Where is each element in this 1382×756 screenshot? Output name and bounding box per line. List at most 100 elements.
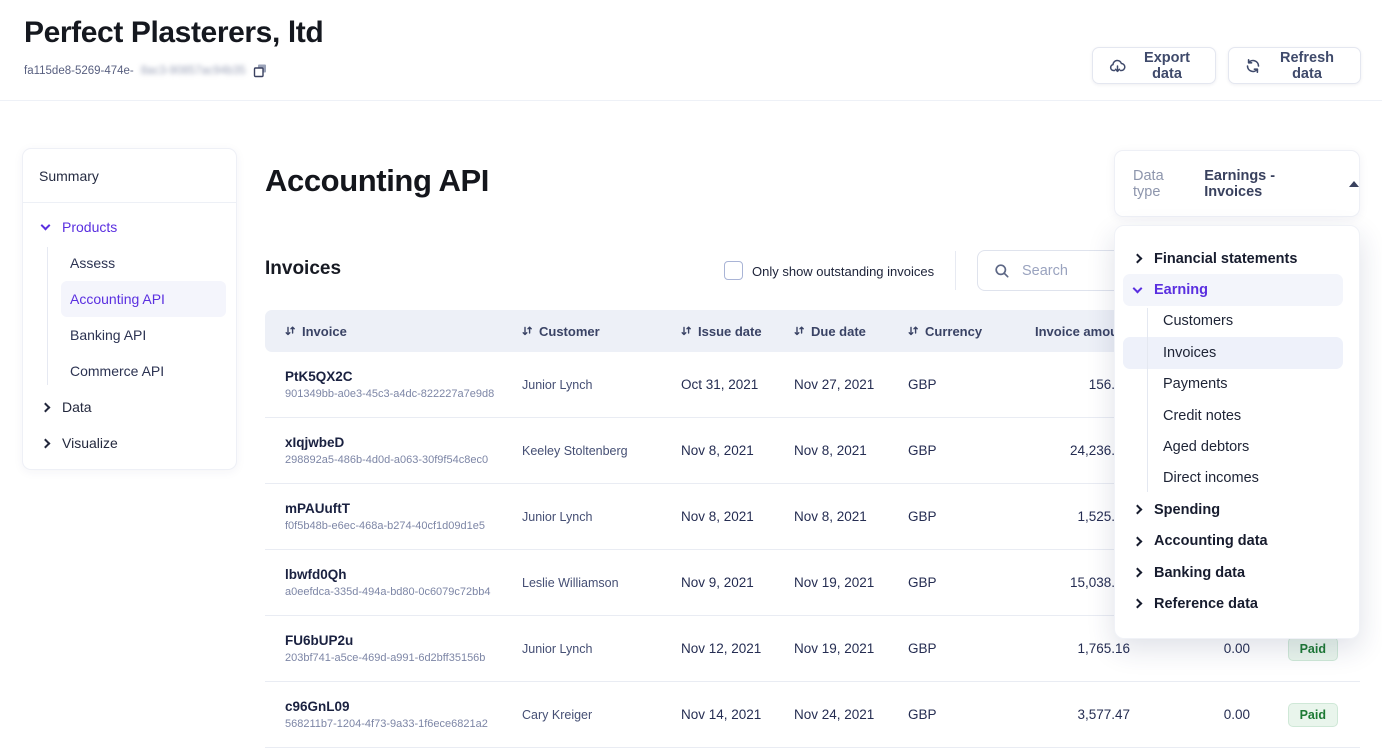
customer-name: Leslie Williamson — [522, 576, 681, 590]
issue-date: Nov 14, 2021 — [681, 707, 794, 722]
customer-name: Junior Lynch — [522, 510, 681, 524]
chevron-right-icon — [41, 402, 51, 412]
due-date: Nov 19, 2021 — [794, 575, 908, 590]
customer-name: Keeley Stoltenberg — [522, 444, 681, 458]
sidebar-list: Products Assess Accounting API Banking A… — [23, 203, 236, 461]
column-header-customer[interactable]: Customer — [522, 324, 681, 339]
menu-indent-rule — [1147, 308, 1148, 492]
currency: GBP — [908, 707, 1028, 722]
column-header-due-date[interactable]: Due date — [794, 324, 908, 339]
customer-name: Junior Lynch — [522, 378, 681, 392]
menu-item-accounting-data[interactable]: Accounting data — [1115, 526, 1359, 557]
sidebar-item-products[interactable]: Products — [23, 209, 236, 245]
chevron-right-icon — [1133, 536, 1143, 546]
currency: GBP — [908, 575, 1028, 590]
menu-item-banking-data[interactable]: Banking data — [1115, 557, 1359, 588]
menu-item-spending[interactable]: Spending — [1115, 494, 1359, 525]
amount-due: 0.00 — [1130, 641, 1250, 656]
menu-item-invoices[interactable]: Invoices — [1123, 337, 1343, 368]
invoice-id: c96GnL09 — [285, 699, 522, 714]
sort-icon — [908, 325, 918, 337]
sort-icon — [285, 325, 295, 337]
chevron-right-icon — [1133, 505, 1143, 515]
sidebar-indent-rule — [47, 247, 48, 385]
invoice-uuid: 203bf741-a5ce-469d-a991-6d2bff35156b — [285, 652, 522, 664]
currency: GBP — [908, 443, 1028, 458]
caret-up-icon — [1349, 181, 1359, 187]
customer-name: Junior Lynch — [522, 642, 681, 656]
page-company-title: Perfect Plasterers, ltd — [24, 16, 323, 50]
invoice-id: PtK5QX2C — [285, 369, 522, 384]
due-date: Nov 8, 2021 — [794, 509, 908, 524]
sidebar-item-accounting-api[interactable]: Accounting API — [61, 281, 226, 317]
sidebar-item-commerce-api[interactable]: Commerce API — [61, 353, 226, 389]
due-date: Nov 8, 2021 — [794, 443, 908, 458]
sort-icon — [794, 325, 804, 337]
column-header-invoice[interactable]: Invoice — [265, 324, 522, 339]
issue-date: Oct 31, 2021 — [681, 377, 794, 392]
search-icon — [994, 263, 1010, 279]
menu-item-aged-debtors[interactable]: Aged debtors — [1115, 431, 1359, 462]
menu-item-payments[interactable]: Payments — [1115, 369, 1359, 400]
due-date: Nov 24, 2021 — [794, 707, 908, 722]
sidebar-item-summary[interactable]: Summary — [23, 149, 236, 203]
column-header-currency[interactable]: Currency — [908, 324, 1028, 339]
status-badge: Paid — [1288, 703, 1338, 727]
invoice-id: xIqjwbeD — [285, 435, 522, 450]
issue-date: Nov 8, 2021 — [681, 443, 794, 458]
sidebar-item-assess[interactable]: Assess — [61, 245, 226, 281]
menu-item-reference-data[interactable]: Reference data — [1115, 588, 1359, 619]
company-id-redacted: 8ac3-90857ac94b35 — [141, 65, 246, 77]
cloud-download-icon — [1109, 58, 1126, 74]
sidebar-item-data[interactable]: Data — [23, 389, 236, 425]
sidebar-item-banking-api[interactable]: Banking API — [61, 317, 226, 353]
menu-item-credit-notes[interactable]: Credit notes — [1115, 400, 1359, 431]
invoice-uuid: 568211b7-1204-4f73-9a33-1f6ece6821a2 — [285, 718, 522, 730]
due-date: Nov 27, 2021 — [794, 377, 908, 392]
invoices-section-title: Invoices — [265, 258, 341, 280]
invoice-uuid: a0eefdca-335d-494a-bd80-0c6079c72bb4 — [285, 586, 522, 598]
invoice-amount: 3,577.47 — [1028, 707, 1130, 722]
invoice-id: FU6bUP2u — [285, 633, 522, 648]
chevron-right-icon — [1133, 254, 1143, 264]
currency: GBP — [908, 641, 1028, 656]
toolbar-divider — [955, 251, 956, 290]
page-title: Accounting API — [265, 163, 489, 199]
column-header-issue-date[interactable]: Issue date — [681, 324, 794, 339]
amount-due: 0.00 — [1130, 707, 1250, 722]
invoice-id: mPAUuftT — [285, 501, 522, 516]
issue-date: Nov 12, 2021 — [681, 641, 794, 656]
invoice-id: lbwfd0Qh — [285, 567, 522, 582]
due-date: Nov 19, 2021 — [794, 641, 908, 656]
menu-item-earning[interactable]: Earning — [1123, 274, 1343, 305]
sidebar-products-label: Products — [62, 219, 117, 235]
chevron-down-icon — [41, 220, 51, 230]
customer-name: Cary Kreiger — [522, 708, 681, 722]
chevron-right-icon — [41, 438, 51, 448]
issue-date: Nov 9, 2021 — [681, 575, 794, 590]
header-divider — [0, 100, 1382, 101]
outstanding-invoices-label: Only show outstanding invoices — [752, 264, 934, 279]
menu-item-financial-statements[interactable]: Financial statements — [1115, 243, 1359, 274]
export-data-label: Export data — [1135, 50, 1199, 82]
data-type-label: Data type — [1133, 168, 1192, 200]
outstanding-invoices-checkbox[interactable] — [724, 261, 743, 280]
data-type-selector[interactable]: Data type Earnings - Invoices — [1114, 150, 1360, 217]
copy-icon[interactable] — [253, 63, 268, 78]
menu-item-direct-incomes[interactable]: Direct incomes — [1115, 463, 1359, 494]
menu-item-customers[interactable]: Customers — [1115, 306, 1359, 337]
data-type-value: Earnings - Invoices — [1204, 168, 1331, 200]
invoice-uuid: f0f5b48b-e6ec-468a-b274-40cf1d09d1e5 — [285, 520, 522, 532]
refresh-data-button[interactable]: Refresh data — [1228, 47, 1361, 84]
sort-icon — [522, 325, 532, 337]
chevron-right-icon — [1133, 599, 1143, 609]
sidebar-visualize-label: Visualize — [62, 435, 118, 451]
refresh-icon — [1245, 58, 1261, 74]
chevron-right-icon — [1133, 568, 1143, 578]
sidebar-item-visualize[interactable]: Visualize — [23, 425, 236, 461]
export-data-button[interactable]: Export data — [1092, 47, 1216, 84]
status-badge: Paid — [1288, 637, 1338, 661]
invoice-uuid: 901349bb-a0e3-45c3-a4dc-822227a7e9d8 — [285, 388, 522, 400]
issue-date: Nov 8, 2021 — [681, 509, 794, 524]
invoice-amount: 1,765.16 — [1028, 641, 1130, 656]
